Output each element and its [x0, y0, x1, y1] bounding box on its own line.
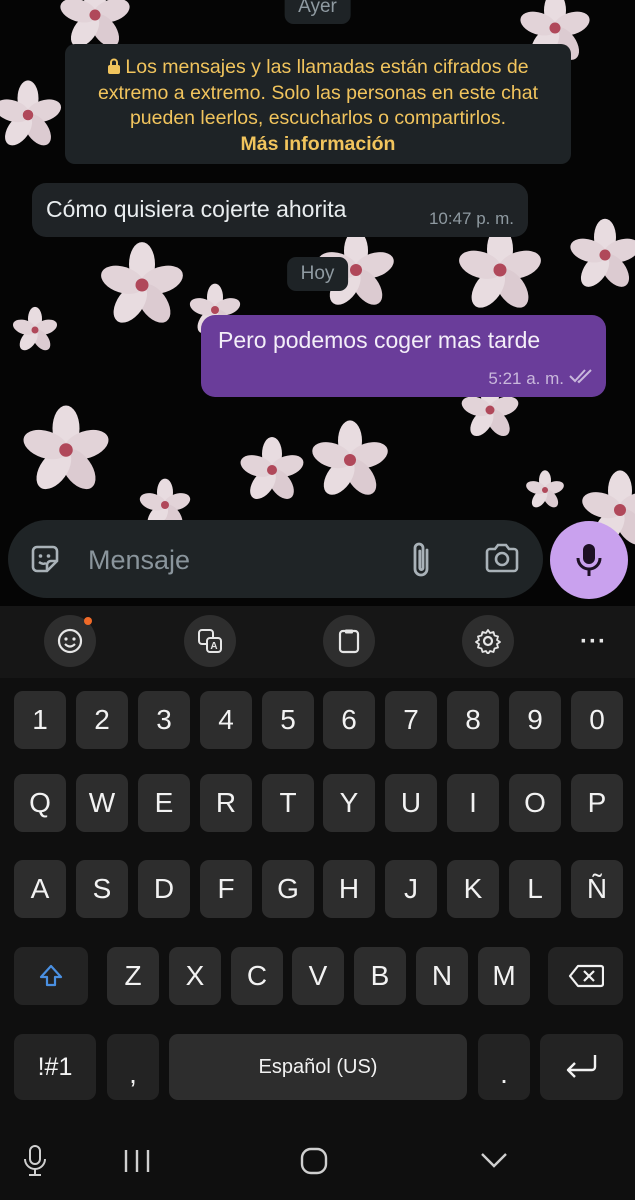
encryption-notice[interactable]: Los mensajes y las llamadas están cifrad… — [65, 44, 571, 164]
key-s[interactable]: S — [76, 860, 128, 918]
incoming-message[interactable]: Cómo quisiera cojerte ahorita 10:47 p. m… — [32, 183, 528, 237]
key-8[interactable]: 8 — [447, 691, 499, 749]
date-chip-yesterday: Ayer — [284, 0, 351, 24]
voice-message-button[interactable] — [550, 521, 628, 599]
backspace-icon — [568, 964, 604, 988]
home-icon[interactable] — [299, 1146, 329, 1176]
key-t[interactable]: T — [262, 774, 314, 832]
key-g[interactable]: G — [262, 860, 314, 918]
settings-button[interactable] — [462, 615, 514, 667]
key-9[interactable]: 9 — [509, 691, 561, 749]
system-navigation-bar — [0, 1114, 635, 1200]
key-c[interactable]: C — [231, 947, 283, 1005]
key-m[interactable]: M — [478, 947, 530, 1005]
microphone-icon — [576, 544, 602, 576]
key-o[interactable]: O — [509, 774, 561, 832]
key-b[interactable]: B — [354, 947, 406, 1005]
key-n[interactable]: N — [416, 947, 468, 1005]
translate-button[interactable]: A — [184, 615, 236, 667]
message-text: Pero podemos coger mas tarde — [218, 327, 541, 353]
svg-text:A: A — [210, 641, 217, 652]
attach-icon[interactable] — [408, 540, 436, 580]
period-key[interactable]: . — [478, 1034, 530, 1100]
key-x[interactable]: X — [169, 947, 221, 1005]
recent-apps-icon[interactable] — [122, 1148, 152, 1174]
key-2[interactable]: 2 — [76, 691, 128, 749]
comma-key[interactable]: , — [107, 1034, 159, 1100]
translate-icon: A — [198, 629, 222, 653]
key-u[interactable]: U — [385, 774, 437, 832]
key-d[interactable]: D — [138, 860, 190, 918]
key-r[interactable]: R — [200, 774, 252, 832]
key-7[interactable]: 7 — [385, 691, 437, 749]
clipboard-icon — [338, 629, 360, 654]
key-e[interactable]: E — [138, 774, 190, 832]
key-j[interactable]: J — [385, 860, 437, 918]
key-q[interactable]: Q — [14, 774, 66, 832]
key-f[interactable]: F — [200, 860, 252, 918]
camera-icon[interactable] — [484, 542, 520, 574]
double-check-icon — [569, 369, 592, 384]
key-i[interactable]: I — [447, 774, 499, 832]
outgoing-message[interactable]: Pero podemos coger mas tarde 5:21 a. m. — [201, 315, 606, 397]
key-6[interactable]: 6 — [323, 691, 375, 749]
backspace-key[interactable] — [548, 947, 623, 1005]
key-k[interactable]: K — [447, 860, 499, 918]
symbols-key[interactable]: !#1 — [14, 1034, 96, 1100]
key-enye[interactable]: Ñ — [571, 860, 623, 918]
key-5[interactable]: 5 — [262, 691, 314, 749]
key-l[interactable]: L — [509, 860, 561, 918]
message-input[interactable] — [86, 538, 390, 582]
key-1[interactable]: 1 — [14, 691, 66, 749]
clipboard-button[interactable] — [323, 615, 375, 667]
key-w[interactable]: W — [76, 774, 128, 832]
key-a[interactable]: A — [14, 860, 66, 918]
more-icon[interactable]: ··· — [580, 628, 607, 656]
key-4[interactable]: 4 — [200, 691, 252, 749]
enter-icon — [566, 1055, 596, 1078]
message-time: 5:21 a. m. — [488, 369, 564, 388]
date-chip-today: Hoy — [286, 257, 349, 291]
message-composer — [8, 520, 543, 598]
keyboard: 1 2 3 4 5 6 7 8 9 0 Q W E R T Y U I O P … — [0, 678, 635, 1114]
chat-area[interactable]: Ayer Los mensajes y las llamadas están c… — [0, 0, 635, 606]
hide-keyboard-icon[interactable] — [479, 1150, 509, 1170]
key-p[interactable]: P — [571, 774, 623, 832]
lock-icon — [108, 58, 121, 74]
key-v[interactable]: V — [292, 947, 344, 1005]
key-h[interactable]: H — [323, 860, 375, 918]
key-0[interactable]: 0 — [571, 691, 623, 749]
sticker-icon[interactable] — [28, 542, 62, 576]
key-z[interactable]: Z — [107, 947, 159, 1005]
keyboard-toolbar: A ··· — [0, 606, 635, 678]
key-y[interactable]: Y — [323, 774, 375, 832]
enter-key[interactable] — [540, 1034, 623, 1100]
settings-icon — [475, 629, 501, 654]
space-key[interactable]: Español (US) — [169, 1034, 467, 1100]
more-info-link[interactable]: Más información — [241, 133, 396, 155]
encryption-notice-text: Los mensajes y las llamadas están cifrad… — [97, 56, 539, 129]
shift-icon — [39, 964, 63, 987]
voice-input-icon[interactable] — [22, 1144, 48, 1178]
message-time: 10:47 p. m. — [428, 209, 514, 228]
notification-dot — [84, 617, 92, 625]
message-text: Cómo quisiera cojerte ahorita — [46, 196, 347, 222]
key-3[interactable]: 3 — [138, 691, 190, 749]
shift-key[interactable] — [14, 947, 88, 1005]
emoji-icon — [57, 628, 83, 654]
